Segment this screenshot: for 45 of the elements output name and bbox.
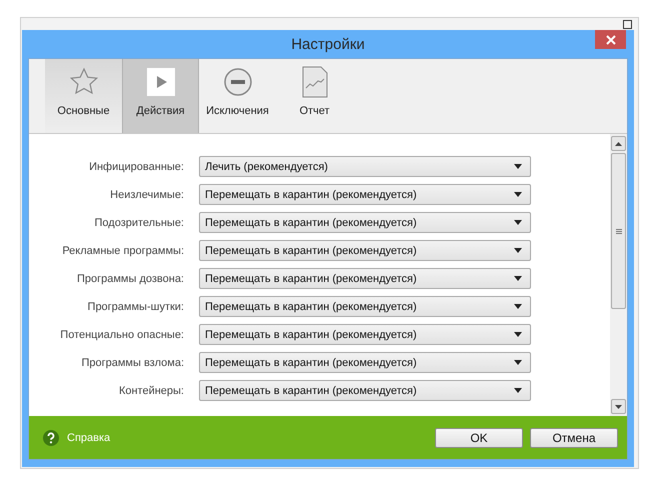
scroll-down-icon (615, 404, 622, 408)
action-dropdown[interactable]: Перемещать в карантин (рекомендуется) (199, 212, 531, 233)
dialog-button[interactable]: Отмена (530, 428, 618, 448)
action-dropdown[interactable]: Перемещать в карантин (рекомендуется) (199, 324, 531, 345)
scrollbar[interactable] (610, 134, 627, 416)
action-dropdown[interactable]: Перемещать в карантин (рекомендуется) (199, 296, 531, 317)
report-icon (302, 66, 328, 98)
dialog-button[interactable]: OK (435, 428, 523, 448)
toolbar-tab[interactable]: Исключения (199, 59, 276, 133)
caret-icon (514, 332, 522, 337)
caret-icon (514, 164, 522, 169)
toolbar-tab[interactable]: Отчет (276, 59, 353, 133)
close-icon (606, 34, 616, 44)
field-label: Инфицированные: (88, 160, 184, 172)
action-dropdown[interactable]: Перемещать в карантин (рекомендуется) (199, 352, 531, 373)
caret-icon (514, 304, 522, 309)
star-icon (68, 67, 98, 97)
play-icon (146, 68, 174, 96)
close-button[interactable] (595, 30, 626, 49)
field-label: Программы взлома: (80, 356, 184, 368)
caret-icon (514, 388, 522, 393)
field-label: Программы-шутки: (86, 300, 184, 312)
field-label: Контейнеры: (118, 384, 184, 396)
field-label: Неизлечимые: (109, 188, 184, 200)
grip-icon (616, 228, 622, 234)
dialog-title: Настройки (291, 36, 365, 52)
action-dropdown[interactable]: Перемещать в карантин (рекомендуется) (199, 380, 531, 401)
field-label: Рекламные программы: (61, 244, 184, 256)
caret-icon (514, 248, 522, 253)
action-dropdown[interactable]: Перемещать в карантин (рекомендуется) (199, 240, 531, 261)
minus-circle-icon (222, 67, 252, 97)
caret-icon (514, 220, 522, 225)
action-dropdown[interactable]: Перемещать в карантин (рекомендуется) (199, 184, 531, 205)
maximize-icon (623, 20, 632, 29)
field-label: Подозрительные: (94, 216, 184, 228)
action-dropdown[interactable]: Перемещать в карантин (рекомендуется) (199, 268, 531, 289)
field-label: Потенциально опасные: (59, 328, 184, 340)
caret-icon (514, 276, 522, 281)
action-dropdown[interactable]: Лечить (рекомендуется) (199, 156, 531, 177)
caret-icon (514, 192, 522, 197)
field-label: Программы дозвона: (76, 272, 184, 284)
caret-icon (514, 360, 522, 365)
help-icon (43, 430, 59, 446)
toolbar-tab[interactable]: Действия (122, 59, 199, 133)
scroll-up-icon (615, 142, 622, 146)
